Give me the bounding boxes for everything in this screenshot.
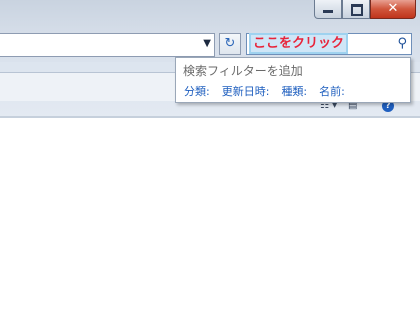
chevron-down-icon[interactable]: ▼ [203, 38, 211, 49]
content-edge [0, 116, 420, 118]
filter-date-modified[interactable]: 更新日時: [222, 83, 270, 99]
address-bar[interactable]: ▼ [0, 33, 215, 57]
minimize-button[interactable] [314, 0, 342, 19]
maximize-button[interactable] [342, 0, 370, 19]
filter-type[interactable]: 種類: [281, 83, 307, 99]
window-controls: ✕ [314, 0, 416, 20]
popup-title: 検索フィルターを追加 [183, 64, 303, 78]
filter-category[interactable]: 分類: [184, 83, 210, 99]
close-icon: ✕ [387, 1, 399, 16]
filter-list: 分類: 更新日時: 種類: 名前: [184, 83, 345, 99]
refresh-button[interactable]: ↻ [219, 33, 241, 55]
maximize-icon [351, 4, 363, 16]
close-button[interactable]: ✕ [370, 0, 416, 19]
search-input[interactable]: ここをクリック ⚲ [246, 33, 412, 55]
filter-name[interactable]: 名前: [319, 83, 345, 99]
search-icon[interactable]: ⚲ [397, 36, 407, 51]
search-input-value[interactable]: ここをクリック [248, 33, 349, 54]
refresh-icon: ↻ [224, 36, 236, 51]
search-filter-popup: 検索フィルターを追加 分類: 更新日時: 種類: 名前: [175, 57, 411, 103]
minimize-icon [323, 10, 333, 13]
